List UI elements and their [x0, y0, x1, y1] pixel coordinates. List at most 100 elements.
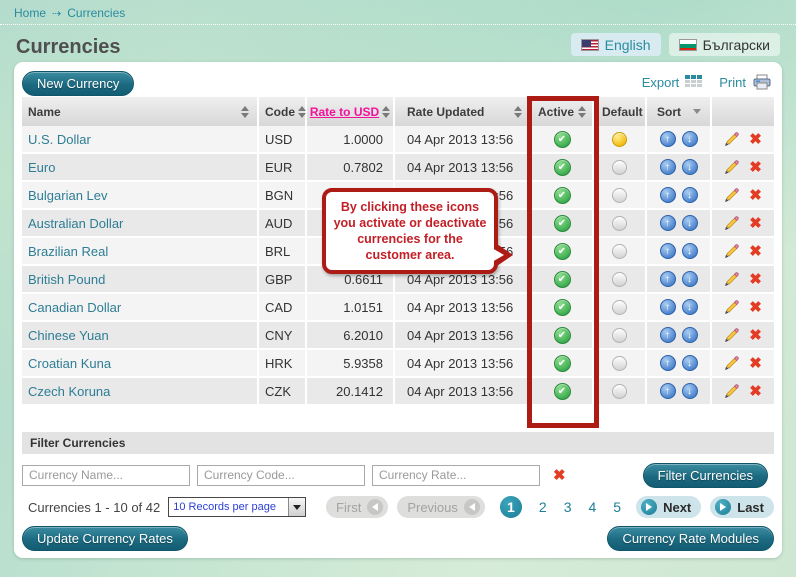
delete-icon[interactable]: ✖	[749, 272, 762, 287]
edit-icon[interactable]	[724, 384, 739, 399]
edit-icon[interactable]	[724, 160, 739, 175]
currency-name-link[interactable]: Chinese Yuan	[28, 328, 109, 343]
delete-icon[interactable]: ✖	[749, 300, 762, 315]
edit-icon[interactable]	[724, 272, 739, 287]
active-toggle-icon[interactable]: ✔	[554, 131, 571, 148]
edit-icon[interactable]	[724, 216, 739, 231]
sort-up-icon[interactable]: ↑	[660, 271, 676, 287]
sort-up-icon[interactable]: ↑	[660, 299, 676, 315]
default-toggle-icon[interactable]	[612, 328, 627, 343]
header-active[interactable]: Active	[532, 97, 594, 126]
filter-currencies-button[interactable]: Filter Currencies	[643, 463, 768, 488]
sort-up-icon[interactable]: ↑	[660, 327, 676, 343]
default-toggle-icon[interactable]	[612, 272, 627, 287]
default-toggle-icon[interactable]	[612, 188, 627, 203]
sort-arrows-icon[interactable]	[578, 106, 586, 118]
clear-filter-icon[interactable]: ✖	[553, 468, 566, 483]
currency-name-link[interactable]: Australian Dollar	[28, 216, 123, 231]
currency-name-filter-input[interactable]	[22, 465, 190, 486]
sort-up-icon[interactable]: ↑	[660, 215, 676, 231]
sort-down-icon[interactable]: ↓	[682, 327, 698, 343]
active-toggle-icon[interactable]: ✔	[554, 187, 571, 204]
sort-down-icon[interactable]: ↓	[682, 299, 698, 315]
default-toggle-icon[interactable]	[612, 300, 627, 315]
next-page-button[interactable]: Next	[636, 496, 701, 518]
page-button-3[interactable]: 3	[564, 499, 572, 515]
currency-name-link[interactable]: Bulgarian Lev	[28, 188, 108, 203]
currency-name-link[interactable]: Czech Koruna	[28, 384, 110, 399]
page-button-1[interactable]: 1	[500, 496, 522, 518]
page-button-4[interactable]: 4	[588, 499, 596, 515]
active-toggle-icon[interactable]: ✔	[554, 243, 571, 260]
records-per-page-select[interactable]: 10 Records per page	[168, 497, 306, 517]
sort-arrows-icon[interactable]	[514, 106, 522, 118]
default-toggle-icon[interactable]	[612, 132, 627, 147]
delete-icon[interactable]: ✖	[749, 384, 762, 399]
active-toggle-icon[interactable]: ✔	[554, 271, 571, 288]
default-toggle-icon[interactable]	[612, 384, 627, 399]
edit-icon[interactable]	[724, 328, 739, 343]
last-page-button[interactable]: Last	[710, 496, 774, 518]
delete-icon[interactable]: ✖	[749, 244, 762, 259]
header-sort[interactable]: Sort	[647, 97, 712, 126]
new-currency-button[interactable]: New Currency	[22, 71, 134, 96]
active-toggle-icon[interactable]: ✔	[554, 299, 571, 316]
page-button-5[interactable]: 5	[613, 499, 621, 515]
sort-down-icon[interactable]: ↓	[682, 159, 698, 175]
sort-down-icon[interactable]: ↓	[682, 383, 698, 399]
currency-rate-filter-input[interactable]	[372, 465, 540, 486]
sort-arrows-icon[interactable]	[298, 106, 306, 118]
currency-name-link[interactable]: British Pound	[28, 272, 105, 287]
sort-up-icon[interactable]: ↑	[660, 243, 676, 259]
active-toggle-icon[interactable]: ✔	[554, 215, 571, 232]
delete-icon[interactable]: ✖	[749, 216, 762, 231]
currency-name-link[interactable]: Brazilian Real	[28, 244, 108, 259]
edit-icon[interactable]	[724, 300, 739, 315]
export-button[interactable]: Export	[642, 75, 704, 90]
sort-up-icon[interactable]: ↑	[660, 355, 676, 371]
delete-icon[interactable]: ✖	[749, 132, 762, 147]
sort-arrows-icon[interactable]	[382, 106, 390, 118]
header-rate-to-usd[interactable]: Rate to USD	[307, 97, 395, 126]
language-tab-bulgarian[interactable]: Български	[669, 33, 780, 56]
default-toggle-icon[interactable]	[612, 244, 627, 259]
header-name[interactable]: Name	[22, 97, 259, 126]
sort-up-icon[interactable]: ↑	[660, 159, 676, 175]
edit-icon[interactable]	[724, 244, 739, 259]
breadcrumb-current-link[interactable]: Currencies	[67, 6, 125, 20]
print-button[interactable]: Print	[719, 74, 772, 90]
sort-down-icon[interactable]: ↓	[682, 131, 698, 147]
default-toggle-icon[interactable]	[612, 216, 627, 231]
active-toggle-icon[interactable]: ✔	[554, 383, 571, 400]
edit-icon[interactable]	[724, 188, 739, 203]
header-rate-link[interactable]: Rate to USD	[310, 105, 379, 119]
sort-down-icon[interactable]: ↓	[682, 243, 698, 259]
sort-down-icon[interactable]: ↓	[682, 271, 698, 287]
language-tab-english[interactable]: English	[571, 33, 661, 56]
sort-up-icon[interactable]: ↑	[660, 383, 676, 399]
delete-icon[interactable]: ✖	[749, 328, 762, 343]
currency-rate-modules-button[interactable]: Currency Rate Modules	[607, 526, 774, 551]
currency-name-link[interactable]: U.S. Dollar	[28, 132, 91, 147]
sort-arrows-icon[interactable]	[241, 106, 249, 118]
delete-icon[interactable]: ✖	[749, 188, 762, 203]
currency-name-link[interactable]: Canadian Dollar	[28, 300, 121, 315]
sort-down-icon[interactable]: ↓	[682, 215, 698, 231]
breadcrumb-home-link[interactable]: Home	[14, 6, 46, 20]
sort-down-icon[interactable]: ↓	[682, 355, 698, 371]
select-dropdown-button[interactable]	[288, 498, 305, 516]
header-rate-updated[interactable]: Rate Updated	[395, 97, 532, 126]
delete-icon[interactable]: ✖	[749, 356, 762, 371]
page-button-2[interactable]: 2	[539, 499, 547, 515]
edit-icon[interactable]	[724, 132, 739, 147]
currency-name-link[interactable]: Croatian Kuna	[28, 356, 111, 371]
active-toggle-icon[interactable]: ✔	[554, 327, 571, 344]
active-toggle-icon[interactable]: ✔	[554, 159, 571, 176]
header-code[interactable]: Code	[259, 97, 307, 126]
sort-down-icon[interactable]: ↓	[682, 187, 698, 203]
update-currency-rates-button[interactable]: Update Currency Rates	[22, 526, 188, 551]
sort-up-icon[interactable]: ↑	[660, 187, 676, 203]
default-toggle-icon[interactable]	[612, 356, 627, 371]
active-toggle-icon[interactable]: ✔	[554, 355, 571, 372]
sort-up-icon[interactable]: ↑	[660, 131, 676, 147]
